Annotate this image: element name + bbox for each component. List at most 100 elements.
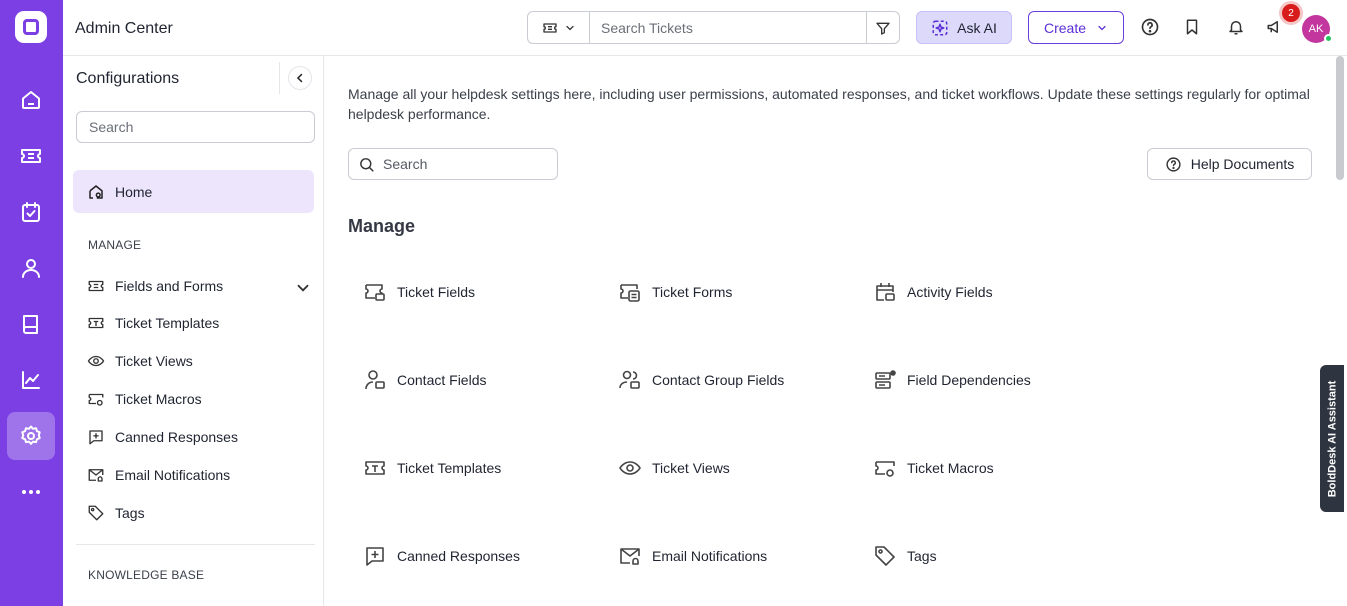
more-icon[interactable]	[7, 468, 55, 516]
sidebar-item-label: Ticket Macros	[115, 391, 202, 407]
tag-icon	[88, 505, 104, 521]
configurations-sidebar: Configurations Home MANAGE Fields and Fo…	[63, 56, 324, 606]
sidebar-item-label: Canned Responses	[115, 429, 238, 445]
chevron-down-icon	[297, 284, 309, 292]
search-tickets-input[interactable]	[590, 12, 866, 43]
sidebar-item-ticket-templates[interactable]: Ticket Templates	[87, 309, 312, 337]
chevron-down-icon	[1098, 25, 1106, 30]
tag-icon	[875, 546, 895, 566]
email-notification-icon	[88, 469, 104, 482]
divider	[279, 62, 280, 94]
sidebar-item-tags[interactable]: Tags	[87, 499, 312, 527]
sidebar-item-label: Ticket Views	[115, 353, 193, 369]
knowledge-base-section-label: KNOWLEDGE BASE	[88, 568, 205, 582]
settings-icon[interactable]	[7, 412, 55, 460]
ticket-template-icon	[365, 461, 385, 475]
sidebar-item-email-notifications[interactable]: Email Notifications	[87, 461, 312, 489]
contact-fields-icon	[365, 370, 385, 390]
sidebar-item-ticket-views[interactable]: Ticket Views	[87, 347, 312, 375]
card-label: Email Notifications	[652, 548, 768, 564]
card-label: Ticket Macros	[907, 460, 994, 476]
filter-button[interactable]	[866, 12, 899, 43]
card-ticket-forms[interactable]: Ticket Forms	[618, 272, 732, 312]
card-label: Ticket Templates	[397, 460, 502, 476]
help-icon	[1166, 156, 1181, 172]
configurations-title: Configurations	[76, 70, 180, 87]
fields-forms-icon	[88, 280, 104, 292]
app-logo[interactable]	[15, 11, 47, 43]
ask-ai-label: Ask AI	[957, 19, 997, 36]
app-title: Admin Center	[75, 20, 173, 37]
card-email-notifications[interactable]: Email Notifications	[618, 536, 767, 576]
chevron-down-icon	[565, 25, 574, 30]
reports-icon[interactable]	[7, 356, 55, 404]
search-icon	[360, 157, 374, 172]
ticket-forms-icon	[620, 284, 640, 302]
macro-icon	[875, 461, 895, 477]
home-icon[interactable]	[7, 76, 55, 124]
email-notification-icon	[620, 548, 640, 565]
top-bar: Admin Center Ask AI Create 2 AK	[63, 0, 1347, 56]
eye-icon	[619, 461, 641, 475]
card-label: Activity Fields	[907, 284, 993, 300]
card-label: Field Dependencies	[907, 372, 1031, 388]
notification-badge: 2	[1282, 4, 1300, 22]
settings-search	[348, 148, 558, 180]
help-documents-button[interactable]: Help Documents	[1147, 148, 1312, 180]
card-activity-fields[interactable]: Activity Fields	[873, 272, 993, 312]
filter-icon	[876, 22, 890, 35]
card-label: Ticket Forms	[652, 284, 733, 300]
ai-sparkle-icon	[932, 20, 948, 35]
activity-fields-icon	[876, 283, 895, 301]
create-button[interactable]: Create	[1028, 11, 1124, 44]
sidebar-item-label: Ticket Templates	[115, 315, 220, 331]
card-tags[interactable]: Tags	[873, 536, 937, 576]
ticket-icon	[542, 22, 557, 33]
canned-response-icon	[366, 547, 384, 566]
sidebar-item-fields-and-forms[interactable]: Fields and Forms	[87, 272, 312, 300]
tickets-icon[interactable]	[7, 132, 55, 180]
settings-search-input[interactable]	[383, 156, 543, 172]
ask-ai-button[interactable]: Ask AI	[916, 11, 1012, 44]
card-contact-fields[interactable]: Contact Fields	[363, 360, 486, 400]
online-status-dot	[1324, 34, 1333, 43]
ticket-fields-icon	[365, 284, 385, 301]
scrollbar[interactable]	[1336, 56, 1344, 180]
card-label: Ticket Views	[652, 460, 730, 476]
section-title: Manage	[348, 216, 416, 236]
sidebar-item-ticket-macros[interactable]: Ticket Macros	[87, 385, 312, 413]
help-documents-label: Help Documents	[1190, 156, 1295, 172]
card-label: Contact Group Fields	[652, 372, 785, 388]
bookmark-icon[interactable]	[1180, 15, 1204, 39]
knowledge-base-icon[interactable]	[7, 300, 55, 348]
divider	[76, 544, 315, 545]
card-ticket-fields[interactable]: Ticket Fields	[363, 272, 475, 312]
manage-section-label: MANAGE	[88, 238, 142, 252]
sidebar-item-label: Fields and Forms	[115, 278, 224, 294]
card-ticket-macros[interactable]: Ticket Macros	[873, 448, 994, 488]
sidebar-item-canned-responses[interactable]: Canned Responses	[87, 423, 312, 451]
tasks-icon[interactable]	[7, 188, 55, 236]
collapse-sidebar-button[interactable]	[288, 66, 312, 90]
bell-icon[interactable]	[1224, 15, 1248, 39]
field-dependencies-icon	[875, 370, 896, 389]
ai-assistant-tab[interactable]: BoldDesk AI Assistant	[1320, 365, 1344, 512]
contact-group-fields-icon	[619, 370, 640, 389]
eye-icon	[87, 355, 105, 367]
create-label: Create	[1043, 19, 1087, 36]
sidebar-item-label: Home	[115, 183, 153, 200]
card-contact-group-fields[interactable]: Contact Group Fields	[618, 360, 784, 400]
sidebar-item-home[interactable]: Home	[73, 170, 314, 213]
contacts-icon[interactable]	[7, 244, 55, 292]
main-content: Manage all your helpdesk settings here, …	[324, 56, 1347, 606]
help-icon[interactable]	[1138, 15, 1162, 39]
ticket-template-icon	[88, 317, 104, 329]
card-field-dependencies[interactable]: Field Dependencies	[873, 360, 1031, 400]
card-canned-responses[interactable]: Canned Responses	[363, 536, 520, 576]
card-ticket-views[interactable]: Ticket Views	[618, 448, 730, 488]
card-ticket-templates[interactable]: Ticket Templates	[363, 448, 501, 488]
search-type-dropdown[interactable]	[528, 12, 590, 43]
home-settings-icon	[89, 184, 103, 199]
config-search-input[interactable]	[76, 111, 315, 143]
app-rail	[0, 0, 63, 606]
